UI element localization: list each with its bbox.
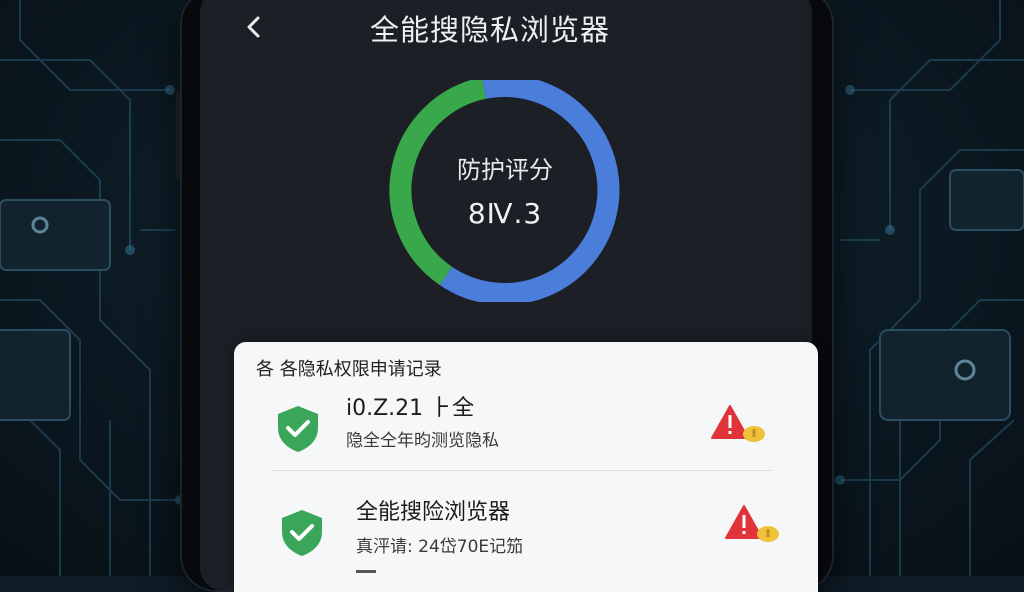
item-title: 全能搜险浏览器	[356, 500, 511, 525]
shield-check-icon	[282, 510, 322, 556]
score-value: 8Ⅳ.3	[467, 197, 543, 230]
permissions-header: 各 各隐私权限申请记录	[256, 359, 442, 380]
score-ring	[389, 80, 620, 302]
item-subtitle: 真泙请: 24岱70E记笳	[356, 537, 524, 557]
page-title: 全能搜隐私浏览器	[369, 13, 610, 47]
shield-check-icon	[278, 406, 318, 452]
item-title: i0.Z.21 ⺊全	[346, 396, 475, 421]
list-item[interactable]: i0.Z.21 ⺊全 隐全仝年昀测览隐私	[240, 388, 800, 468]
chevron-left-icon[interactable]	[238, 10, 272, 44]
scroll-hint	[356, 570, 376, 573]
score-label: 防护评分	[457, 156, 553, 184]
list-divider	[272, 470, 772, 471]
warning-icon	[711, 405, 765, 442]
item-subtitle: 隐全仝年昀测览隐私	[346, 431, 499, 451]
score-ring-blue-segment	[439, 80, 620, 302]
warning-icon	[725, 505, 779, 542]
list-item[interactable]: 全能搜险浏览器 真泙请: 24岱70E记笳	[240, 490, 800, 570]
